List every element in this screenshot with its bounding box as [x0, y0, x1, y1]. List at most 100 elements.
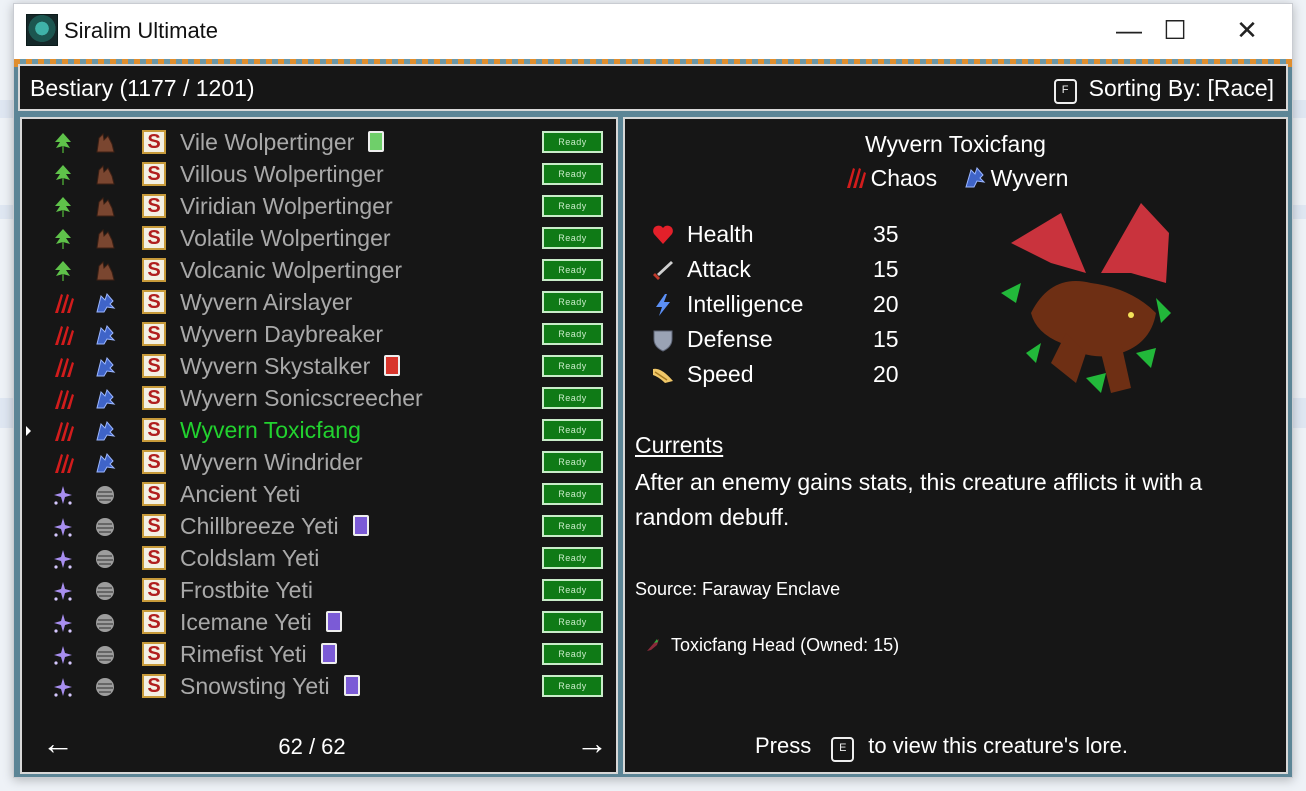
creature-row[interactable]: S Chillbreeze Yeti Ready — [22, 511, 612, 543]
creature-name: Frostbite Yeti — [180, 577, 313, 604]
stat-value: 35 — [873, 221, 899, 247]
creature-row[interactable]: S Vile Wolpertinger Ready — [22, 127, 612, 159]
wyvern-race-icon — [96, 325, 116, 345]
maximize-button[interactable]: ☐ — [1152, 10, 1198, 50]
wing-icon — [653, 368, 673, 383]
sword-icon — [653, 261, 673, 280]
sort-label: Sorting By: [Race] — [1088, 75, 1274, 101]
ready-badge[interactable]: Ready — [542, 611, 603, 633]
ready-badge[interactable]: Ready — [542, 259, 603, 281]
creature-row[interactable]: S Ancient Yeti Ready — [22, 479, 612, 511]
creature-row[interactable]: S Villous Wolpertinger Ready — [22, 159, 612, 191]
ready-badge[interactable]: Ready — [542, 387, 603, 409]
ready-badge[interactable]: Ready — [542, 323, 603, 345]
creature-name-text: Wyvern Toxicfang — [180, 417, 361, 443]
title-bar[interactable]: Siralim Ultimate — ☐ ✕ — [14, 4, 1292, 59]
stat-value: 15 — [873, 256, 899, 282]
ready-badge[interactable]: Ready — [542, 355, 603, 377]
ready-badge[interactable]: Ready — [542, 419, 603, 441]
life-class-icon — [55, 197, 71, 217]
creature-name: Ancient Yeti — [180, 481, 300, 508]
ready-badge[interactable]: Ready — [542, 227, 603, 249]
ready-badge[interactable]: Ready — [542, 131, 603, 153]
creature-row[interactable]: S Wyvern Airslayer Ready — [22, 287, 612, 319]
close-button[interactable]: ✕ — [1224, 10, 1270, 50]
stat-speed: Speed 20 — [651, 359, 911, 394]
life-class-icon — [55, 133, 71, 153]
creature-row[interactable]: S Frostbite Yeti Ready — [22, 575, 612, 607]
selection-cursor-icon — [26, 426, 31, 436]
ready-badge[interactable]: Ready — [542, 547, 603, 569]
creature-name-text: Vile Wolpertinger — [180, 129, 355, 155]
ready-badge[interactable]: Ready — [542, 195, 603, 217]
next-page-arrow[interactable]: → — [576, 725, 608, 762]
ready-badge[interactable]: Ready — [542, 291, 603, 313]
creature-name-text: Frostbite Yeti — [180, 577, 313, 603]
trait-card-icon — [368, 131, 385, 152]
creature-row[interactable]: S Volatile Wolpertinger Ready — [22, 223, 612, 255]
creature-name: Vile Wolpertinger — [180, 129, 385, 156]
chaos-class-icon — [55, 390, 74, 409]
creature-row[interactable]: S Rimefist Yeti Ready — [22, 639, 612, 671]
creature-row[interactable]: S Volcanic Wolpertinger Ready — [22, 255, 612, 287]
creature-source: Source: Faraway Enclave — [635, 579, 841, 599]
creature-row[interactable]: S Wyvern Windrider Ready — [22, 447, 612, 479]
ready-badge[interactable]: Ready — [542, 483, 603, 505]
material-label: Toxicfang Head (Owned: 15) — [671, 635, 900, 655]
creature-row[interactable]: S Viridian Wolpertinger Ready — [22, 191, 612, 223]
stat-label: Health — [687, 221, 754, 247]
summon-s-icon: S — [142, 450, 166, 474]
life-class-icon — [55, 229, 71, 249]
creature-row[interactable]: S Wyvern Skystalker Ready — [22, 351, 612, 383]
keyboard-key-icon: E — [831, 737, 855, 762]
summon-s-icon: S — [142, 546, 166, 570]
creature-name-text: Wyvern Skystalker — [180, 353, 371, 379]
creature-name: Volcanic Wolpertinger — [180, 257, 402, 284]
creature-row[interactable]: S Icemane Yeti Ready — [22, 607, 612, 639]
trait-card-icon — [320, 643, 337, 664]
material-item: Toxicfang Head (Owned: 15) — [645, 635, 899, 656]
creature-name-text: Wyvern Daybreaker — [180, 321, 384, 347]
summon-s-icon: S — [142, 322, 166, 346]
creature-name: Coldslam Yeti — [180, 545, 319, 572]
creature-row[interactable]: S Coldslam Yeti Ready — [22, 543, 612, 575]
creature-name: Volatile Wolpertinger — [180, 225, 391, 252]
sorcery-class-icon — [54, 582, 72, 601]
creature-name: Wyvern Toxicfang — [180, 417, 361, 444]
summon-s-icon: S — [142, 674, 166, 698]
wolpertinger-race-icon — [96, 196, 115, 217]
life-class-icon — [55, 165, 71, 185]
yeti-race-icon — [96, 582, 114, 600]
trait-card-icon — [384, 355, 401, 376]
sort-control[interactable]: F Sorting By: [Race] — [1053, 75, 1274, 104]
creature-name-text: Volatile Wolpertinger — [180, 225, 391, 251]
stat-value: 20 — [873, 291, 899, 317]
creature-name: Viridian Wolpertinger — [180, 193, 393, 220]
lightning-icon — [656, 294, 670, 316]
ready-badge[interactable]: Ready — [542, 643, 603, 665]
head-material-icon — [647, 639, 659, 651]
ready-badge[interactable]: Ready — [542, 675, 603, 697]
summon-s-icon: S — [142, 162, 166, 186]
creature-name: Rimefist Yeti — [180, 641, 337, 668]
minimize-button[interactable]: — — [1106, 10, 1152, 50]
creature-row[interactable]: S Wyvern Toxicfang Ready — [22, 415, 612, 447]
creature-name-text: Wyvern Windrider — [180, 449, 363, 475]
stat-label: Defense — [687, 326, 773, 352]
creature-row[interactable]: S Snowsting Yeti Ready — [22, 671, 612, 703]
ready-badge[interactable]: Ready — [542, 515, 603, 537]
creature-name-text: Ancient Yeti — [180, 481, 301, 507]
summon-s-icon: S — [142, 290, 166, 314]
creature-row[interactable]: S Wyvern Daybreaker Ready — [22, 319, 612, 351]
summon-s-icon: S — [142, 578, 166, 602]
wyvern-race-icon — [96, 421, 116, 441]
summon-s-icon: S — [142, 418, 166, 442]
ready-badge[interactable]: Ready — [542, 451, 603, 473]
summon-s-icon: S — [142, 642, 166, 666]
creature-name-text: Wyvern Sonicscreecher — [180, 385, 423, 411]
ready-badge[interactable]: Ready — [542, 163, 603, 185]
creature-name-text: Chillbreeze Yeti — [180, 513, 339, 539]
ready-badge[interactable]: Ready — [542, 579, 603, 601]
creature-row[interactable]: S Wyvern Sonicscreecher Ready — [22, 383, 612, 415]
summon-s-icon: S — [142, 386, 166, 410]
